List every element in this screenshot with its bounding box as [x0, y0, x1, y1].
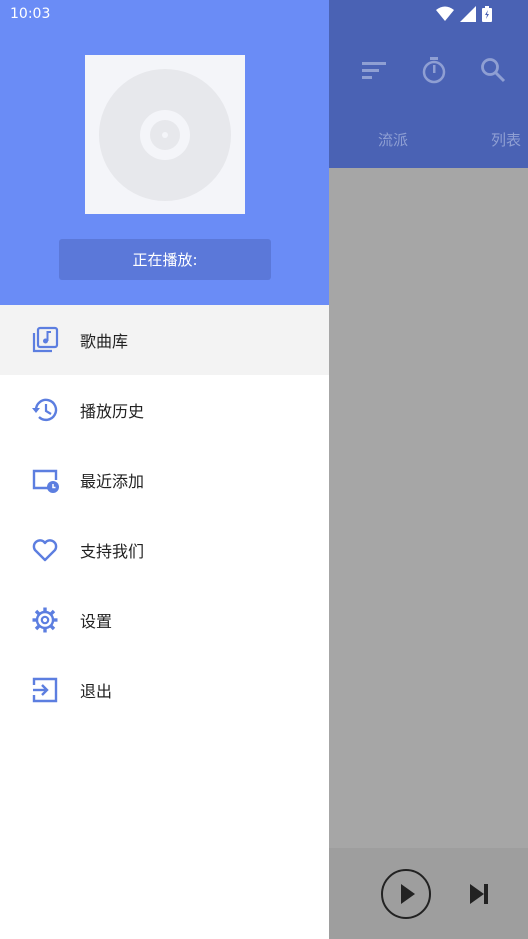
sort-icon[interactable] — [358, 54, 390, 86]
menu-item-support[interactable]: 支持我们 — [0, 515, 329, 585]
play-icon — [401, 884, 415, 904]
drawer-header: 10:03 正在播放: — [0, 0, 329, 305]
heart-icon — [32, 539, 58, 562]
wifi-icon — [436, 6, 454, 21]
menu-label: 播放历史 — [80, 402, 145, 421]
status-time: 10:03 — [10, 6, 51, 22]
library-music-icon — [32, 326, 59, 353]
signal-icon — [460, 6, 476, 22]
gear-icon — [32, 607, 58, 633]
menu-label: 支持我们 — [80, 542, 145, 561]
recently-added-icon — [32, 469, 59, 493]
menu-label: 退出 — [80, 682, 113, 701]
vinyl-disc-icon — [99, 69, 231, 201]
tab-genre[interactable]: 流派 — [378, 129, 408, 150]
navigation-drawer: 10:03 正在播放: 歌曲库 播放历史 最近添加 支持我们 设置 退出 — [0, 0, 329, 939]
menu-item-library[interactable]: 歌曲库 — [0, 305, 329, 375]
menu-item-settings[interactable]: 设置 — [0, 585, 329, 655]
menu-item-history[interactable]: 播放历史 — [0, 375, 329, 445]
menu-item-exit[interactable]: 退出 — [0, 655, 329, 725]
play-button[interactable] — [381, 869, 431, 919]
timer-icon[interactable] — [418, 54, 450, 86]
search-icon[interactable] — [477, 54, 509, 86]
album-art — [85, 55, 245, 214]
battery-icon — [482, 6, 492, 22]
tab-playlist[interactable]: 列表 — [491, 129, 521, 150]
menu-item-recently-added[interactable]: 最近添加 — [0, 445, 329, 515]
now-playing-button[interactable]: 正在播放: — [59, 239, 271, 280]
exit-icon — [32, 677, 58, 703]
menu-label: 歌曲库 — [80, 332, 129, 351]
skip-next-icon[interactable] — [466, 880, 492, 908]
status-icons — [436, 6, 492, 22]
menu-label: 最近添加 — [80, 472, 145, 491]
menu-label: 设置 — [80, 612, 113, 631]
history-icon — [32, 398, 58, 422]
